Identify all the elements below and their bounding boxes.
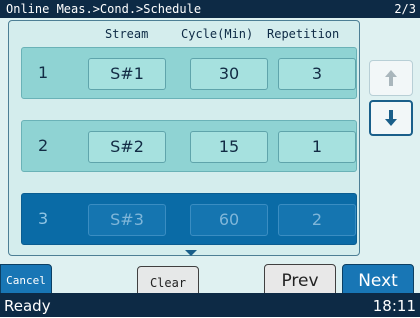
scroll-up-button[interactable] — [369, 60, 413, 96]
stream-field[interactable]: S#1 — [88, 58, 166, 90]
triangle-down-icon — [185, 250, 197, 256]
main-area: Stream Cycle(Min) Repetition 1 S#1 30 3 … — [0, 18, 420, 300]
scroll-down-button[interactable] — [369, 100, 413, 136]
row-number: 2 — [38, 136, 49, 155]
cycle-field[interactable]: 30 — [190, 58, 268, 90]
schedule-row-1[interactable]: 1 S#1 30 3 — [21, 47, 357, 99]
stream-field[interactable]: S#2 — [88, 131, 166, 163]
title-bar: Online Meas.>Cond.>Schedule 2/3 — [0, 0, 420, 18]
cycle-field[interactable]: 15 — [190, 131, 268, 163]
repetition-field[interactable]: 1 — [278, 131, 356, 163]
arrow-down-icon — [385, 110, 397, 126]
repetition-field[interactable]: 2 — [278, 204, 356, 236]
page-indicator: 2/3 — [394, 2, 416, 16]
breadcrumb: Online Meas.>Cond.>Schedule — [6, 2, 202, 16]
schedule-table: Stream Cycle(Min) Repetition 1 S#1 30 3 … — [8, 20, 360, 256]
schedule-row-3[interactable]: 3 S#3 60 2 — [21, 193, 357, 245]
status-text: Ready — [4, 297, 51, 315]
header-stream: Stream — [105, 27, 149, 41]
clock: 18:11 — [372, 297, 416, 315]
header-repetition: Repetition — [267, 27, 340, 41]
arrow-up-icon — [385, 70, 397, 86]
status-bar: Ready 18:11 — [0, 293, 420, 317]
row-number: 1 — [38, 63, 49, 82]
row-number: 3 — [38, 209, 49, 228]
header-cycle: Cycle(Min) — [181, 27, 254, 41]
repetition-field[interactable]: 3 — [278, 58, 356, 90]
stream-field[interactable]: S#3 — [88, 204, 166, 236]
schedule-row-2[interactable]: 2 S#2 15 1 — [21, 120, 357, 172]
cycle-field[interactable]: 60 — [190, 204, 268, 236]
